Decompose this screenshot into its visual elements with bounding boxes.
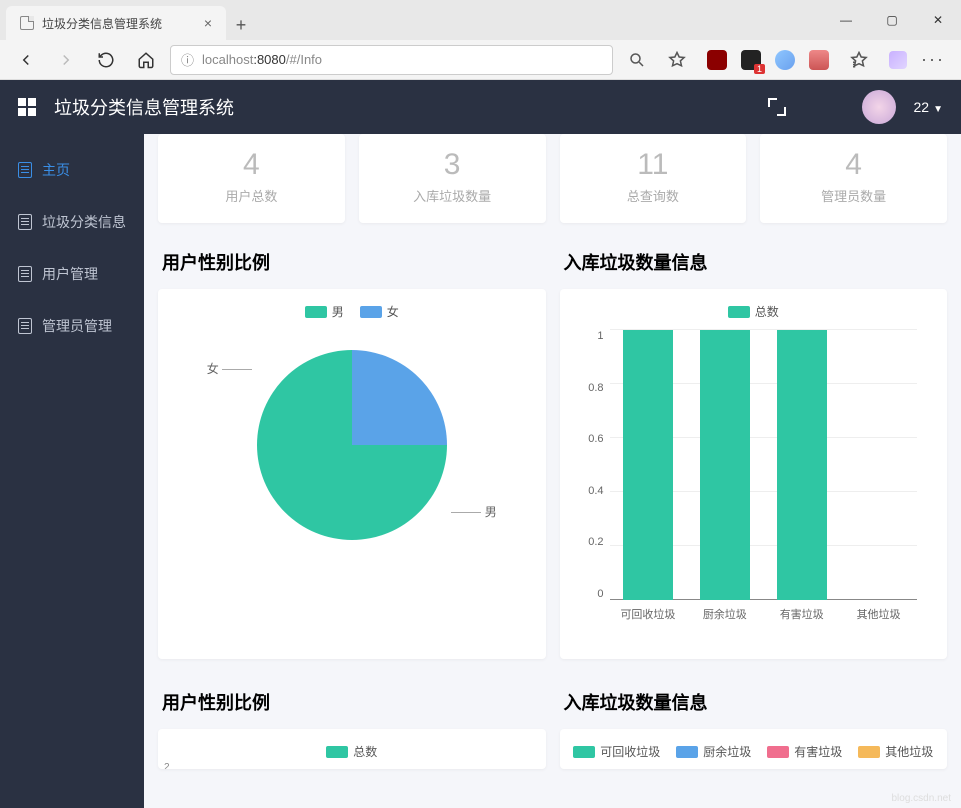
window-controls: — ▢ ✕ (823, 0, 961, 40)
stat-label: 总查询数 (560, 186, 747, 205)
avatar[interactable] (862, 90, 896, 124)
bar-legend: 总数 (570, 303, 938, 320)
bar (623, 330, 673, 600)
back-button[interactable] (10, 44, 42, 76)
favorite-icon[interactable] (661, 44, 693, 76)
sidebar-item-user-mgmt[interactable]: 用户管理 (0, 248, 144, 300)
pie-chart: 男 女 女 男 (158, 289, 546, 659)
maximize-button[interactable]: ▢ (869, 0, 915, 40)
main-content[interactable]: 4 用户总数 3 入库垃圾数量 11 总查询数 4 管理员数量 用户性别比例 (144, 134, 961, 808)
new-tab-button[interactable]: + (226, 10, 256, 40)
forward-button[interactable] (50, 44, 82, 76)
stat-card-users: 4 用户总数 (158, 134, 345, 223)
stat-value: 3 (359, 148, 546, 182)
stat-card-admins: 4 管理员数量 (760, 134, 947, 223)
minimize-button[interactable]: — (823, 0, 869, 40)
file-icon (20, 16, 34, 30)
section-title-bar2: 入库垃圾数量信息 (560, 689, 948, 715)
stat-card-garbage: 3 入库垃圾数量 (359, 134, 546, 223)
bar (777, 330, 827, 600)
browser-titlebar: 垃圾分类信息管理系统 × + — ▢ ✕ (0, 0, 961, 40)
user-dropdown[interactable]: 22▼ (914, 99, 943, 115)
sidebar-item-label: 垃圾分类信息 (42, 212, 126, 232)
x-axis: 可回收垃圾 厨余垃圾 有害垃圾 其他垃圾 (610, 606, 918, 630)
info-icon[interactable]: ⓘ (181, 50, 194, 69)
sidebar-item-admin-mgmt[interactable]: 管理员管理 (0, 300, 144, 352)
doc-icon (18, 214, 32, 230)
stat-value: 4 (158, 148, 345, 182)
sidebar: 主页 垃圾分类信息 用户管理 管理员管理 (0, 134, 144, 808)
doc-icon (18, 266, 32, 282)
more-menu-icon[interactable]: ··· (921, 49, 945, 70)
y-axis: 1 0.8 0.6 0.4 0.2 0 (574, 330, 604, 600)
section-title-pie: 用户性别比例 (158, 249, 546, 275)
sidebar-item-home[interactable]: 主页 (0, 144, 144, 196)
stat-card-queries: 11 总查询数 (560, 134, 747, 223)
tab-title: 垃圾分类信息管理系统 (42, 15, 162, 32)
refresh-button[interactable] (90, 44, 122, 76)
extension-icon[interactable]: 1 (741, 50, 761, 70)
browser-tab[interactable]: 垃圾分类信息管理系统 × (6, 6, 226, 40)
bar-area: 1 0.8 0.6 0.4 0.2 0 (610, 330, 918, 630)
favorites-list-icon[interactable] (843, 44, 875, 76)
ublock-icon[interactable] (707, 50, 727, 70)
sidebar-item-label: 主页 (42, 160, 70, 180)
pie-legend: 男 女 (168, 303, 536, 320)
chart-preview-pie2: 总数 2 (158, 729, 546, 769)
stat-value: 4 (760, 148, 947, 182)
doc-icon (18, 318, 32, 334)
pie-graphic: 女 男 (257, 350, 447, 540)
notification-badge: 1 (754, 64, 765, 74)
app-title: 垃圾分类信息管理系统 (54, 94, 234, 120)
extension-icon-2[interactable] (775, 50, 795, 70)
section-title-pie2: 用户性别比例 (158, 689, 546, 715)
chevron-down-icon: ▼ (933, 104, 943, 115)
stat-label: 入库垃圾数量 (359, 186, 546, 205)
bar (700, 330, 750, 600)
watermark: blog.csdn.net (892, 793, 952, 804)
stat-value: 11 (560, 148, 747, 182)
section-title-bar: 入库垃圾数量信息 (560, 249, 948, 275)
close-window-button[interactable]: ✕ (915, 0, 961, 40)
extension-strip: 1 ··· (701, 44, 951, 76)
stat-label: 管理员数量 (760, 186, 947, 205)
url-input[interactable]: ⓘ localhost:8080/#/Info (170, 45, 613, 75)
search-icon[interactable] (621, 44, 653, 76)
bar-chart: 总数 1 0.8 0.6 0.4 0.2 0 (560, 289, 948, 659)
doc-icon (18, 162, 32, 178)
stat-label: 用户总数 (158, 186, 345, 205)
fullscreen-icon[interactable] (768, 98, 786, 116)
chart-preview-bar2: 可回收垃圾 厨余垃圾 有害垃圾 其他垃圾 (560, 729, 948, 769)
home-button[interactable] (130, 44, 162, 76)
url-text: localhost:8080/#/Info (202, 52, 322, 67)
close-tab-icon[interactable]: × (204, 15, 212, 31)
sidebar-item-garbage-info[interactable]: 垃圾分类信息 (0, 196, 144, 248)
extension-icon-3[interactable] (809, 50, 829, 70)
stats-row: 4 用户总数 3 入库垃圾数量 11 总查询数 4 管理员数量 (144, 134, 961, 223)
small-value: 2 (164, 762, 170, 769)
app-header: 垃圾分类信息管理系统 22▼ (0, 80, 961, 134)
profile-icon[interactable] (889, 51, 907, 69)
menu-toggle-icon[interactable] (18, 98, 36, 116)
sidebar-item-label: 用户管理 (42, 264, 98, 284)
browser-address-bar: ⓘ localhost:8080/#/Info 1 ··· (0, 40, 961, 80)
sidebar-item-label: 管理员管理 (42, 316, 112, 336)
